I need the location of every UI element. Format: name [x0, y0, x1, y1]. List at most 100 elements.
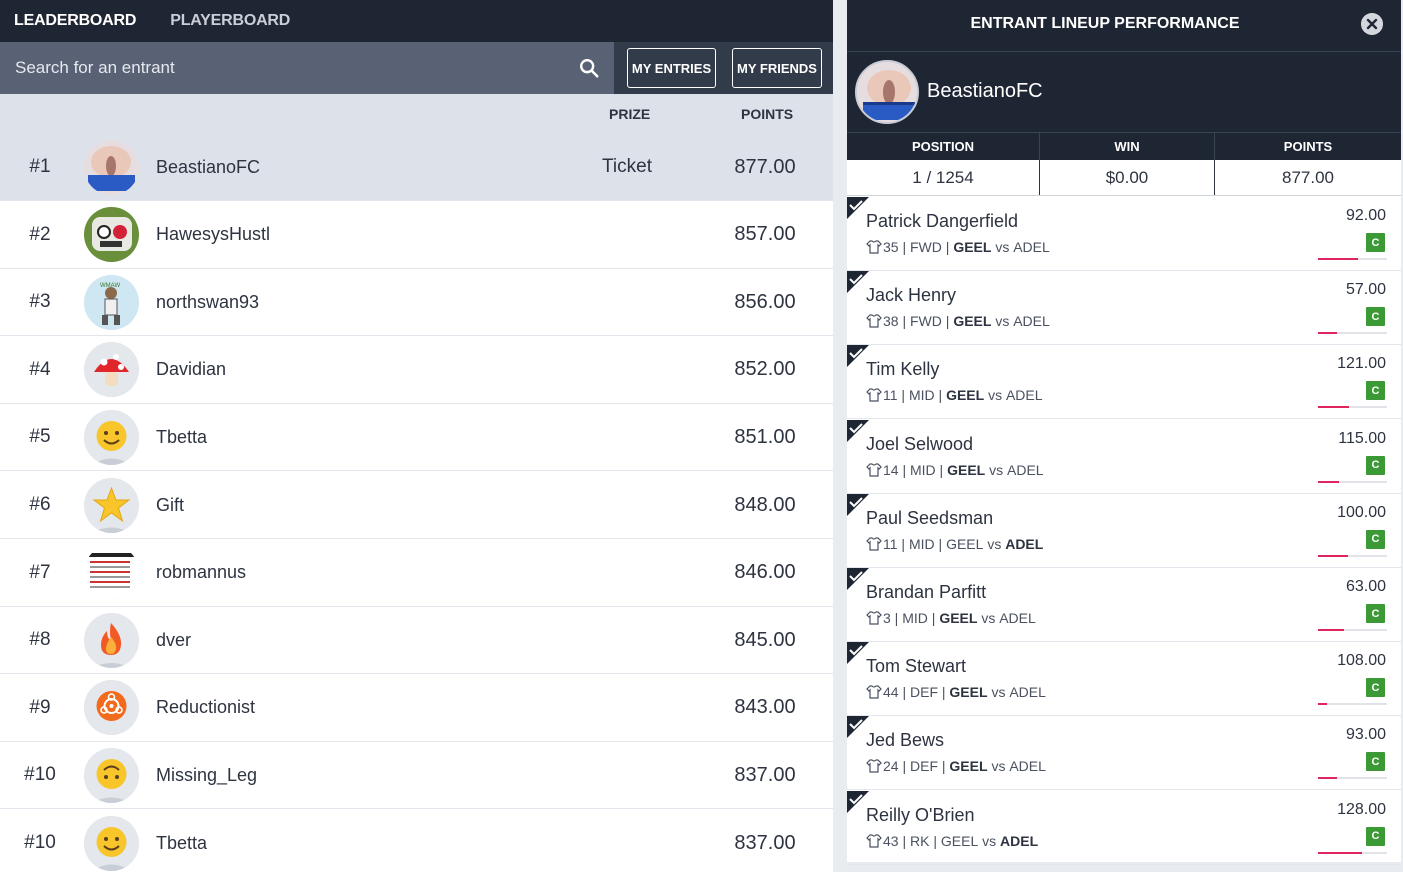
- player-points: 115.00: [1338, 429, 1386, 447]
- progress-fill: [1318, 406, 1350, 409]
- separator: |: [927, 610, 940, 626]
- progress-fill: [1318, 629, 1344, 631]
- table-row[interactable]: #4 Davidian 852.00: [0, 336, 833, 404]
- jersey-number: 43: [883, 832, 899, 849]
- tab-playerboard[interactable]: PLAYERBOARD: [170, 12, 290, 30]
- progress-bar: [1318, 554, 1387, 557]
- player-row[interactable]: Jed Bews 24 | DEF | GEEL vs ADEL 93.00 C: [847, 716, 1401, 791]
- player-row[interactable]: Paul Seedsman 11 | MID | GEEL vs ADEL 100.…: [847, 493, 1401, 568]
- progress-fill: [1318, 258, 1359, 260]
- away-team: ADEL: [1009, 758, 1046, 775]
- player-info: 11 | MID | GEEL vs ADEL: [866, 536, 1043, 552]
- entrant-name[interactable]: BeastianoFC: [156, 157, 260, 178]
- entrant-name[interactable]: Missing_Leg: [156, 765, 257, 786]
- smiley-icon: [84, 409, 139, 465]
- player-name[interactable]: Jack Henry: [866, 285, 956, 306]
- away-team: ADEL: [1007, 461, 1044, 478]
- player-row[interactable]: Reilly O'Brien 43 | RK | GEEL vs ADEL 128.…: [847, 790, 1401, 865]
- player-points: 92.00: [1345, 207, 1386, 224]
- player-position: RK: [910, 832, 930, 849]
- away-team: ADEL: [1005, 387, 1043, 404]
- entrant-name[interactable]: robmannus: [156, 562, 246, 583]
- my-friends-button[interactable]: MY FRIENDS: [732, 48, 822, 88]
- player-name[interactable]: Tim Kelly: [866, 359, 939, 380]
- table-row[interactable]: #8 dver 845.00: [0, 607, 833, 675]
- player-name[interactable]: Reilly O'Brien: [866, 805, 974, 826]
- jersey-icon: [866, 611, 882, 625]
- player-info: 14 | MID | GEEL vs ADEL: [866, 462, 1044, 478]
- player-info: 44 | DEF | GEEL vs ADEL: [866, 684, 1046, 700]
- player-row[interactable]: Tom Stewart 44 | DEF | GEEL vs ADEL 108.00…: [847, 642, 1401, 717]
- tab-leaderboard[interactable]: LEADERBOARD: [14, 12, 136, 30]
- home-team: GEEL: [939, 610, 978, 626]
- player-row[interactable]: Joel Selwood 14 | MID | GEEL vs ADEL 115.0…: [847, 419, 1401, 494]
- entrant-name[interactable]: Reductionist: [156, 697, 255, 718]
- separator: |: [897, 387, 909, 404]
- progress-bar: [1318, 629, 1387, 631]
- player-name[interactable]: Jed Bews: [866, 730, 944, 751]
- player-row[interactable]: Jack Henry 38 | FWD | GEEL vs ADEL 57.00 C: [847, 271, 1401, 346]
- captain-badge: C: [1366, 678, 1385, 698]
- progress-bar: [1318, 851, 1387, 854]
- prize-value: Ticket: [602, 156, 652, 177]
- player-points: 93.00: [1345, 726, 1386, 744]
- lineup-header: ENTRANT LINEUP PERFORMANCE: [847, 0, 1401, 52]
- entrant-name: BeastianoFC: [927, 80, 1043, 102]
- player-points: 128.00: [1337, 800, 1386, 818]
- table-row[interactable]: #10 Missing_Leg 837.00: [0, 742, 833, 810]
- win-value: $0.00: [1040, 160, 1215, 195]
- entrant-name[interactable]: Gift: [156, 495, 184, 516]
- close-icon[interactable]: [1361, 13, 1383, 35]
- lineup-panel: ENTRANT LINEUP PERFORMANCE BeastianoFC P: [847, 0, 1401, 865]
- jersey-icon: [866, 537, 882, 551]
- player-name[interactable]: Tom Stewart: [866, 656, 966, 677]
- entrant-name[interactable]: Davidian: [156, 359, 226, 380]
- jersey-number: 11: [883, 387, 898, 404]
- entrant-name[interactable]: HawesysHustl: [156, 224, 270, 245]
- player-row[interactable]: Patrick Dangerfield 35 | FWD | GEEL vs AD…: [847, 197, 1401, 271]
- entrant-header: BeastianoFC: [847, 52, 1401, 132]
- player-row[interactable]: Tim Kelly 11 | MID | GEEL vs ADEL 121.00 C: [847, 345, 1401, 420]
- table-row[interactable]: #6 Gift 848.00: [0, 472, 833, 539]
- entrant-name[interactable]: dver: [156, 630, 191, 651]
- separator: |: [898, 239, 910, 255]
- entrant-name[interactable]: northswan93: [156, 292, 259, 313]
- player-row[interactable]: Brandan Parfitt 3 | MID | GEEL vs ADEL 63.…: [847, 568, 1401, 642]
- entrant-name[interactable]: Tbetta: [156, 833, 207, 854]
- table-row[interactable]: #1 BeastianoFC Ticket 877.00: [0, 134, 833, 201]
- table-row[interactable]: #7 robmannus 846.00: [0, 539, 833, 607]
- table-row[interactable]: #10 Tbetta 837.00: [0, 810, 833, 872]
- home-team: GEEL: [946, 535, 984, 552]
- separator: |: [898, 684, 910, 701]
- player-name[interactable]: Brandan Parfitt: [866, 582, 986, 603]
- player-name[interactable]: Paul Seedsman: [866, 508, 993, 529]
- photo-avatar: [84, 139, 139, 195]
- points-value: 845.00: [734, 628, 796, 651]
- search-input[interactable]: [15, 58, 535, 78]
- entrant-name[interactable]: Tbetta: [156, 427, 207, 448]
- search-bar: MY ENTRIES MY FRIENDS: [0, 42, 833, 94]
- svg-text:WMAW: WMAW: [100, 283, 120, 289]
- player-name[interactable]: Joel Selwood: [866, 434, 973, 455]
- player-name[interactable]: Patrick Dangerfield: [866, 211, 1018, 232]
- away-team: ADEL: [999, 610, 1036, 626]
- table-row[interactable]: #3 WMAW northswan93 856.00: [0, 269, 833, 337]
- separator: |: [941, 239, 954, 255]
- table-row[interactable]: #5 Tbetta 851.00: [0, 404, 833, 472]
- top-nav: LEADERBOARD PLAYERBOARD: [0, 0, 833, 42]
- points-value: 857.00: [734, 223, 796, 246]
- player-points: 100.00: [1337, 503, 1386, 521]
- captain-badge: C: [1366, 529, 1385, 549]
- table-row[interactable]: #9 Reductionist 843.00: [0, 674, 833, 742]
- table-row[interactable]: #2 HawesysHustl 857.00: [0, 201, 833, 269]
- points-value: 877.00: [734, 155, 796, 178]
- player-info: 38 | FWD | GEEL vs ADEL: [866, 313, 1050, 329]
- rank-label: #8: [29, 629, 51, 651]
- jersey-number: 38: [883, 313, 899, 330]
- progress-bar: [1318, 258, 1387, 260]
- captain-badge: C: [1366, 455, 1385, 475]
- search-icon[interactable]: [578, 57, 600, 79]
- my-entries-button[interactable]: MY ENTRIES: [627, 48, 716, 88]
- away-team: ADEL: [1000, 832, 1039, 849]
- player-position: DEF: [910, 684, 938, 701]
